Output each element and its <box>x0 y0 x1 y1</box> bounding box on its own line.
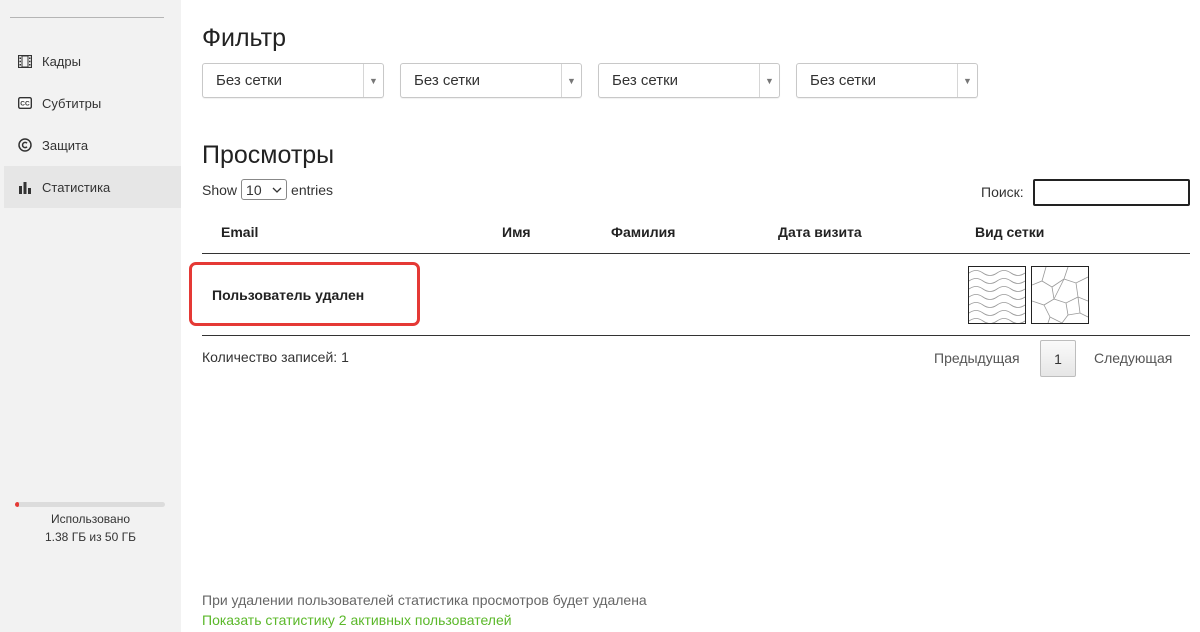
dropdown-arrow-icon: ▼ <box>363 64 383 97</box>
sidebar-item-subtitles[interactable]: CC Субтитры <box>4 82 181 124</box>
sidebar-item-protection[interactable]: Защита <box>4 124 181 166</box>
svg-text:CC: CC <box>20 101 30 108</box>
dropdown-arrow-icon: ▼ <box>759 64 779 97</box>
filter-select-2[interactable]: Без сетки ▼ <box>400 63 582 98</box>
search-input[interactable] <box>1033 179 1190 206</box>
records-count: Количество записей: 1 <box>202 349 349 365</box>
entries-select-value: 10 <box>246 181 262 198</box>
column-header-visit-date[interactable]: Дата визита <box>778 224 862 240</box>
search-label: Поиск: <box>981 184 1024 200</box>
pagination-page-current[interactable]: 1 <box>1040 340 1076 377</box>
column-header-email[interactable]: Email <box>221 224 258 240</box>
dropdown-arrow-icon: ▼ <box>561 64 581 97</box>
sidebar-item-label: Защита <box>42 137 89 153</box>
filter-select-value: Без сетки <box>216 72 283 89</box>
show-label: Show <box>202 181 238 198</box>
filter-select-1[interactable]: Без сетки ▼ <box>202 63 384 98</box>
sidebar-item-label: Кадры <box>42 53 81 69</box>
column-header-grid-type[interactable]: Вид сетки <box>975 224 1044 240</box>
chevron-down-icon <box>272 187 282 193</box>
filter-select-3[interactable]: Без сетки ▼ <box>598 63 780 98</box>
entries-label: entries <box>291 181 334 198</box>
delete-users-note: При удалении пользователей статистика пр… <box>202 592 647 608</box>
copyright-icon <box>18 138 32 152</box>
sidebar-item-label: Субтитры <box>42 95 102 111</box>
filter-select-value: Без сетки <box>414 72 481 89</box>
row-email-cell: Пользователь удален <box>212 287 365 303</box>
sidebar: Кадры CC Субтитры Защита Статистика Испо… <box>0 0 181 632</box>
show-active-users-stats-link[interactable]: Показать статистику 2 активных пользоват… <box>202 612 512 628</box>
wave-grid-icon <box>968 266 1026 324</box>
storage-amount-label: 1.38 ГБ из 50 ГБ <box>45 530 136 544</box>
entries-length-control: Show 10 entries <box>202 179 333 200</box>
pagination-next[interactable]: Следующая <box>1094 350 1172 366</box>
film-icon <box>18 54 32 68</box>
sidebar-item-label: Статистика <box>42 179 111 195</box>
table-header-divider <box>202 253 1190 254</box>
storage-progress-bar <box>15 502 165 507</box>
pagination-previous[interactable]: Предыдущая <box>934 350 1020 366</box>
bar-chart-icon <box>18 180 32 194</box>
dropdown-arrow-icon: ▼ <box>957 64 977 97</box>
column-header-first-name[interactable]: Имя <box>502 224 531 240</box>
entries-select[interactable]: 10 <box>241 179 288 200</box>
sidebar-item-statistics[interactable]: Статистика <box>4 166 181 208</box>
column-header-last-name[interactable]: Фамилия <box>611 224 675 240</box>
filter-title: Фильтр <box>202 24 286 52</box>
sidebar-divider <box>10 17 164 18</box>
filter-select-value: Без сетки <box>612 72 679 89</box>
voronoi-grid-icon <box>1031 266 1089 324</box>
storage-used-label: Использовано <box>50 512 131 526</box>
views-title: Просмотры <box>202 141 335 169</box>
filter-select-4[interactable]: Без сетки ▼ <box>796 63 978 98</box>
table-row-divider <box>202 335 1190 336</box>
cc-icon: CC <box>18 96 32 110</box>
sidebar-item-frames[interactable]: Кадры <box>4 40 181 82</box>
storage-progress-fill <box>15 502 20 507</box>
filter-select-value: Без сетки <box>810 72 877 89</box>
